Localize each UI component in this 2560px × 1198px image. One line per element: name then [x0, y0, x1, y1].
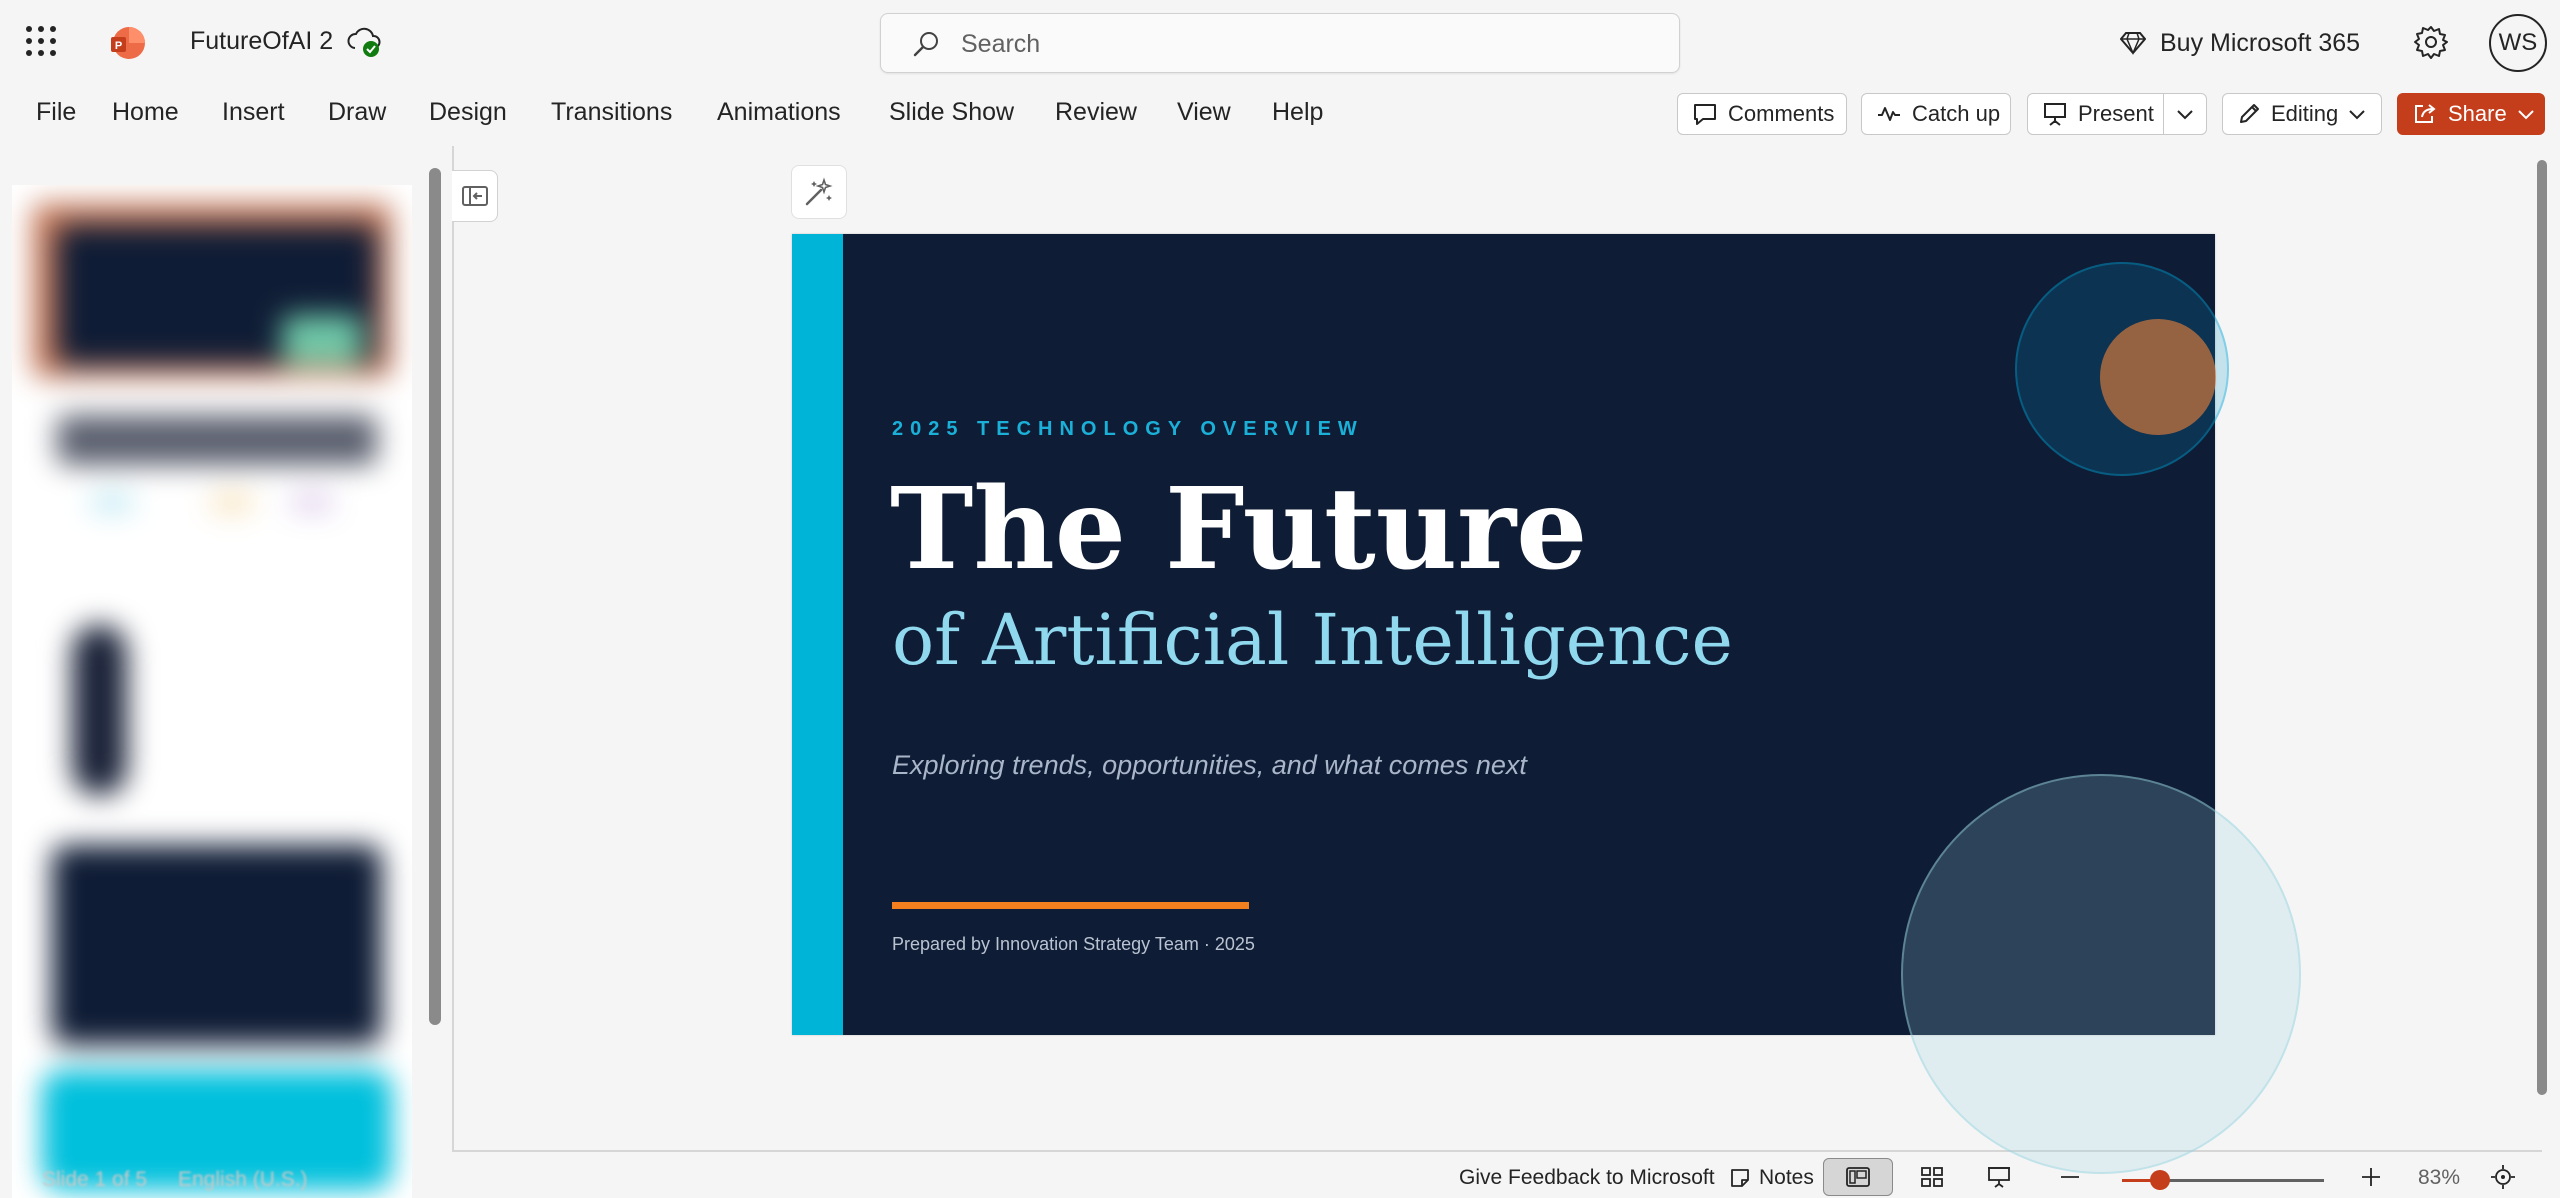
share-icon — [2415, 104, 2436, 123]
notes-button[interactable]: Notes — [1729, 1166, 1814, 1190]
share-label: Share — [2448, 101, 2507, 126]
slide-title[interactable]: The Future — [890, 465, 1587, 595]
present-options-button[interactable] — [2163, 93, 2207, 135]
tab-design[interactable]: Design — [429, 98, 507, 127]
slide-sorter-button[interactable] — [1919, 1164, 1945, 1190]
search-icon — [913, 32, 938, 57]
zoom-in-button[interactable] — [2359, 1164, 2383, 1190]
minus-icon — [2061, 1176, 2079, 1178]
thumbnail-previews — [12, 185, 412, 1198]
tab-draw[interactable]: Draw — [328, 98, 386, 127]
orange-divider — [892, 902, 1249, 909]
slide-tagline[interactable]: Exploring trends, opportunities, and wha… — [892, 750, 1527, 781]
comments-button[interactable]: Comments — [1677, 93, 1847, 135]
present-label: Present — [2078, 101, 2154, 126]
normal-view-button[interactable] — [1823, 1158, 1893, 1196]
present-icon — [2044, 103, 2066, 126]
notes-label: Notes — [1759, 1166, 1814, 1189]
catch-up-button[interactable]: Catch up — [1861, 93, 2011, 135]
slide-1[interactable]: 2025 TECHNOLOGY OVERVIEW The Future of A… — [792, 234, 2301, 1174]
chevron-down-icon — [2177, 110, 2193, 120]
zoom-slider-thumb[interactable] — [2150, 1170, 2170, 1190]
chevron-down-icon — [2349, 110, 2365, 120]
share-button[interactable]: Share — [2397, 93, 2545, 135]
tab-animations[interactable]: Animations — [717, 98, 841, 127]
tab-transitions[interactable]: Transitions — [551, 98, 672, 127]
svg-text:P: P — [115, 40, 122, 52]
reading-view-button[interactable] — [1986, 1164, 2012, 1190]
fit-slide-icon — [2491, 1165, 2515, 1189]
slide-eyebrow[interactable]: 2025 TECHNOLOGY OVERVIEW — [892, 418, 1364, 441]
present-button[interactable]: Present — [2027, 93, 2164, 135]
document-title[interactable]: FutureOfAI 2 — [190, 27, 333, 56]
collapse-panel-icon — [461, 186, 488, 206]
tab-slide-show[interactable]: Slide Show — [889, 98, 1014, 127]
tab-file[interactable]: File — [36, 98, 76, 127]
tab-home[interactable]: Home — [112, 98, 179, 127]
thumbnail-scrollbar[interactable] — [429, 168, 441, 1025]
zoom-out-button[interactable] — [2058, 1164, 2082, 1190]
feedback-link[interactable]: Give Feedback to Microsoft — [1459, 1166, 1715, 1190]
collapse-thumbnails-button[interactable] — [452, 170, 498, 222]
ribbon-tabs: File Home Insert Draw Design Transitions… — [0, 86, 2560, 142]
comment-icon — [1694, 104, 1716, 125]
slide-subtitle[interactable]: of Artificial Intelligence — [892, 600, 1733, 681]
present-icon — [1988, 1167, 2010, 1188]
buy-microsoft-365-button[interactable]: Buy Microsoft 365 — [2120, 24, 2360, 62]
diamond-icon — [2120, 32, 2146, 55]
slide-position: Slide 1 of 5 — [42, 1168, 148, 1191]
editing-label: Editing — [2271, 101, 2339, 126]
language-indicator[interactable]: English (U.S.) — [178, 1168, 308, 1192]
editing-mode-button[interactable]: Editing — [2222, 93, 2382, 135]
fit-to-window-button[interactable] — [2490, 1164, 2516, 1190]
gear-icon[interactable] — [2413, 24, 2449, 60]
tab-insert[interactable]: Insert — [222, 98, 285, 127]
slide-credit[interactable]: Prepared by Innovation Strategy Team · 2… — [892, 934, 1255, 955]
zoom-level[interactable]: 83% — [2418, 1166, 2460, 1190]
normal-view-icon — [1846, 1167, 1870, 1187]
notes-icon — [1731, 1169, 1749, 1187]
comments-label: Comments — [1728, 101, 1835, 126]
grid-view-icon — [1921, 1167, 1943, 1187]
pencil-icon — [2240, 104, 2259, 123]
magic-wand-icon — [805, 177, 833, 206]
catch-up-label: Catch up — [1912, 101, 2001, 126]
decorative-circle-orange — [2100, 319, 2216, 435]
plus-icon — [2362, 1168, 2380, 1186]
app-launcher-icon[interactable] — [26, 26, 56, 56]
designer-button[interactable] — [791, 165, 847, 219]
canvas-scrollbar[interactable] — [2537, 160, 2547, 1095]
search-placeholder: Search — [961, 30, 1041, 58]
tab-view[interactable]: View — [1177, 98, 1231, 127]
slide-thumbnail-panel[interactable] — [12, 185, 412, 1198]
activity-icon — [1878, 107, 1900, 121]
chevron-down-icon — [2518, 110, 2534, 120]
tab-review[interactable]: Review — [1055, 98, 1137, 127]
tab-help[interactable]: Help — [1272, 98, 1323, 127]
cloud-saved-icon[interactable] — [347, 26, 381, 58]
accent-bar — [792, 234, 843, 1035]
title-bar: P FutureOfAI 2 Search Buy Microsoft 365 … — [0, 0, 2560, 86]
avatar[interactable]: WS — [2489, 14, 2547, 72]
decorative-circle-bottom — [1901, 774, 2301, 1174]
search-input[interactable]: Search — [880, 13, 1680, 73]
buy-label: Buy Microsoft 365 — [2160, 28, 2361, 57]
powerpoint-logo-icon[interactable]: P — [108, 24, 146, 62]
